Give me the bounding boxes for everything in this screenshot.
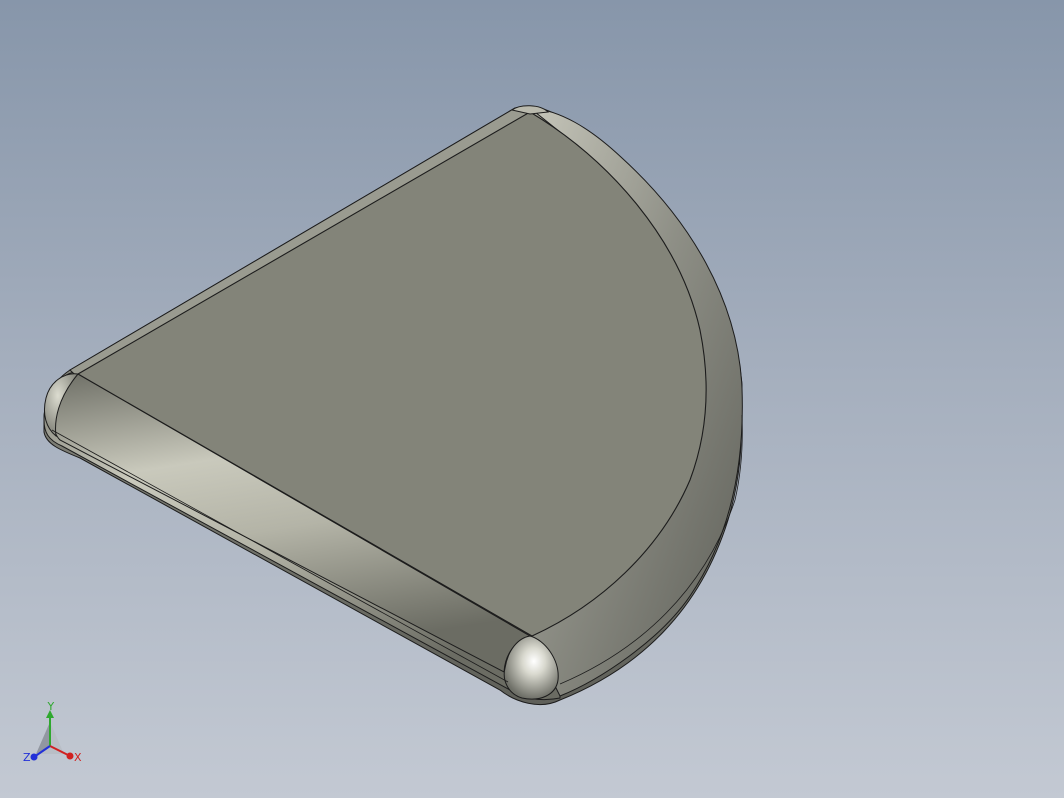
reference-triad: Y X Z: [23, 700, 82, 764]
part-model[interactable]: [0, 0, 1064, 798]
z-axis-label: Z: [23, 751, 31, 764]
x-axis-label: X: [74, 751, 82, 764]
x-axis-arrow-icon: [66, 752, 74, 760]
z-axis-arrow-icon: [30, 753, 38, 761]
y-axis-label: Y: [47, 700, 55, 713]
graphics-viewport[interactable]: Y X Z: [0, 0, 1064, 798]
